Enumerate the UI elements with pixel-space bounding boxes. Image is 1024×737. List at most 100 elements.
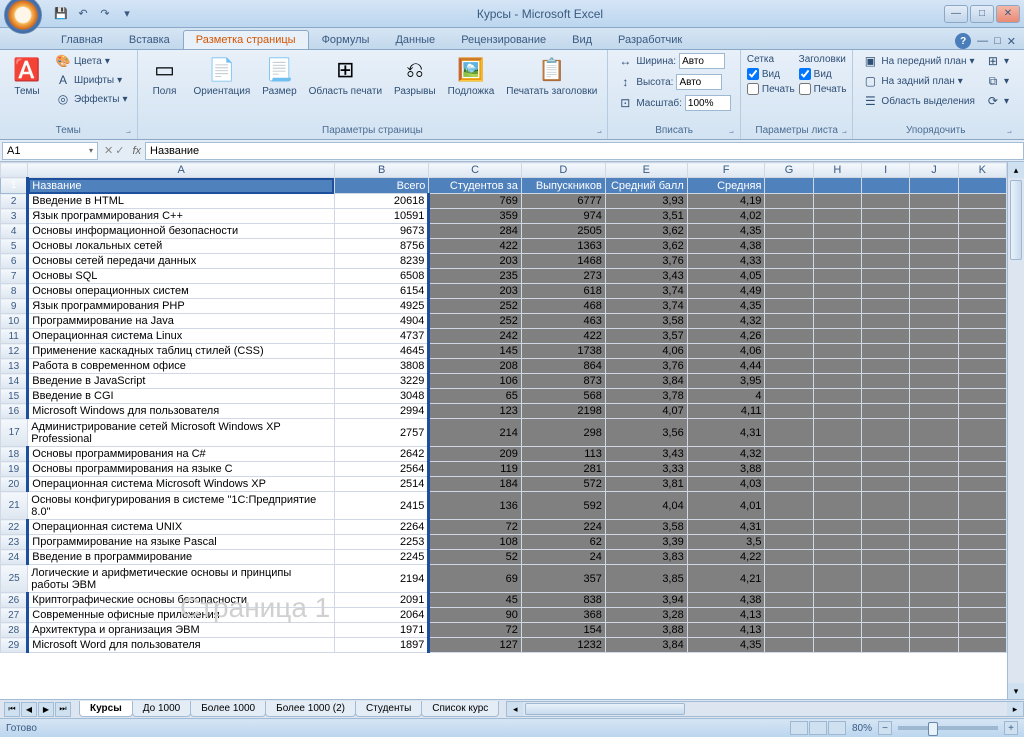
cell[interactable]: 4,49 bbox=[687, 284, 765, 299]
qat-customize-icon[interactable]: ▾ bbox=[118, 5, 136, 23]
cell[interactable] bbox=[765, 492, 813, 520]
cell[interactable] bbox=[765, 359, 813, 374]
row-header[interactable]: 6 bbox=[1, 254, 28, 269]
page-layout-view-button[interactable] bbox=[809, 721, 827, 735]
cell[interactable]: Основы информационной безопасности bbox=[28, 224, 335, 239]
row-header[interactable]: 23 bbox=[1, 535, 28, 550]
row-header[interactable]: 17 bbox=[1, 419, 28, 447]
cell[interactable] bbox=[813, 239, 861, 254]
cell[interactable]: Выпускников bbox=[521, 178, 605, 194]
cell[interactable]: 203 bbox=[429, 284, 521, 299]
cell[interactable] bbox=[910, 269, 958, 284]
cell[interactable]: 4,05 bbox=[687, 269, 765, 284]
cell[interactable]: Введение в JavaScript bbox=[28, 374, 335, 389]
cell[interactable]: 127 bbox=[429, 638, 521, 653]
cell[interactable] bbox=[813, 329, 861, 344]
cell[interactable]: 3,58 bbox=[605, 314, 687, 329]
row-header[interactable]: 9 bbox=[1, 299, 28, 314]
row-header[interactable]: 24 bbox=[1, 550, 28, 565]
bring-front-button[interactable]: ▣На передний план ▾ bbox=[859, 52, 978, 70]
cell[interactable]: 4,35 bbox=[687, 299, 765, 314]
redo-icon[interactable]: ↷ bbox=[96, 5, 114, 23]
column-header[interactable]: D bbox=[521, 163, 605, 178]
cell[interactable]: Администрирование сетей Microsoft Window… bbox=[28, 419, 335, 447]
cell[interactable] bbox=[910, 419, 958, 447]
ribbon-tab-6[interactable]: Вид bbox=[559, 30, 605, 49]
printarea-button[interactable]: ⊞Область печати bbox=[305, 52, 386, 99]
cell[interactable]: 3,88 bbox=[605, 623, 687, 638]
cell[interactable] bbox=[862, 254, 910, 269]
cell[interactable]: 1897 bbox=[334, 638, 429, 653]
cell[interactable] bbox=[958, 374, 1006, 389]
sheet-tab[interactable]: Более 1000 bbox=[190, 701, 266, 717]
cell[interactable] bbox=[765, 254, 813, 269]
cell[interactable] bbox=[862, 389, 910, 404]
cell[interactable] bbox=[765, 194, 813, 209]
zoom-level[interactable]: 80% bbox=[852, 723, 872, 734]
rotate-button[interactable]: ⟳▾ bbox=[982, 92, 1012, 110]
cell[interactable] bbox=[862, 239, 910, 254]
cell[interactable]: 4,26 bbox=[687, 329, 765, 344]
row-header[interactable]: 11 bbox=[1, 329, 28, 344]
cell[interactable]: 3,83 bbox=[605, 550, 687, 565]
scale-select[interactable] bbox=[685, 95, 731, 111]
selection-pane-button[interactable]: ☰Область выделения bbox=[859, 92, 978, 110]
cell[interactable]: Основы программирования на языке C bbox=[28, 462, 335, 477]
cell[interactable]: 203 bbox=[429, 254, 521, 269]
cell[interactable] bbox=[958, 224, 1006, 239]
cell[interactable]: 252 bbox=[429, 299, 521, 314]
column-header[interactable]: G bbox=[765, 163, 813, 178]
cell[interactable]: 3,93 bbox=[605, 194, 687, 209]
cell[interactable] bbox=[765, 623, 813, 638]
zoom-slider[interactable] bbox=[898, 726, 998, 730]
cell[interactable] bbox=[958, 447, 1006, 462]
name-box[interactable]: A1▾ bbox=[2, 142, 98, 160]
cell[interactable]: Всего bbox=[334, 178, 429, 194]
cell[interactable] bbox=[862, 608, 910, 623]
cell[interactable]: 1738 bbox=[521, 344, 605, 359]
cell[interactable]: 4737 bbox=[334, 329, 429, 344]
printtitles-button[interactable]: 📋Печатать заголовки bbox=[502, 52, 601, 99]
colors-button[interactable]: 🎨Цвета ▾ bbox=[52, 52, 131, 70]
cell[interactable] bbox=[765, 239, 813, 254]
column-header[interactable]: I bbox=[862, 163, 910, 178]
cell[interactable] bbox=[765, 178, 813, 194]
cell[interactable]: 3229 bbox=[334, 374, 429, 389]
help-icon[interactable]: ? bbox=[955, 33, 971, 49]
cell[interactable] bbox=[765, 419, 813, 447]
effects-button[interactable]: ◎Эффекты ▾ bbox=[52, 90, 131, 108]
column-header[interactable]: A bbox=[28, 163, 335, 178]
cell[interactable] bbox=[862, 329, 910, 344]
cell[interactable]: 4,38 bbox=[687, 239, 765, 254]
cell[interactable] bbox=[862, 462, 910, 477]
cell[interactable] bbox=[958, 565, 1006, 593]
cell[interactable] bbox=[958, 550, 1006, 565]
cell[interactable] bbox=[910, 535, 958, 550]
row-header[interactable]: 5 bbox=[1, 239, 28, 254]
cell[interactable]: 2253 bbox=[334, 535, 429, 550]
align-button[interactable]: ⊞▾ bbox=[982, 52, 1012, 70]
cell[interactable] bbox=[765, 535, 813, 550]
cell[interactable]: Операционная система Microsoft Windows X… bbox=[28, 477, 335, 492]
cell[interactable] bbox=[813, 389, 861, 404]
row-header[interactable]: 1 bbox=[1, 178, 28, 194]
ribbon-tab-2[interactable]: Разметка страницы bbox=[183, 30, 309, 49]
cell[interactable] bbox=[813, 269, 861, 284]
cell[interactable] bbox=[910, 239, 958, 254]
margins-button[interactable]: ▭Поля bbox=[144, 52, 186, 99]
gridlines-view-check[interactable]: Вид bbox=[747, 68, 795, 80]
cell[interactable]: 4925 bbox=[334, 299, 429, 314]
cell[interactable]: 4,35 bbox=[687, 224, 765, 239]
cell[interactable] bbox=[765, 269, 813, 284]
cell[interactable]: 6154 bbox=[334, 284, 429, 299]
cell[interactable]: 3,62 bbox=[605, 224, 687, 239]
cell[interactable]: 224 bbox=[521, 520, 605, 535]
office-button[interactable] bbox=[4, 0, 42, 34]
horizontal-scrollbar[interactable] bbox=[506, 701, 1024, 717]
cell[interactable]: 3,39 bbox=[605, 535, 687, 550]
cell[interactable]: 3,76 bbox=[605, 359, 687, 374]
cell[interactable]: 3,85 bbox=[605, 565, 687, 593]
cell[interactable]: 2264 bbox=[334, 520, 429, 535]
cell[interactable]: 3,51 bbox=[605, 209, 687, 224]
send-back-button[interactable]: ▢На задний план ▾ bbox=[859, 72, 978, 90]
